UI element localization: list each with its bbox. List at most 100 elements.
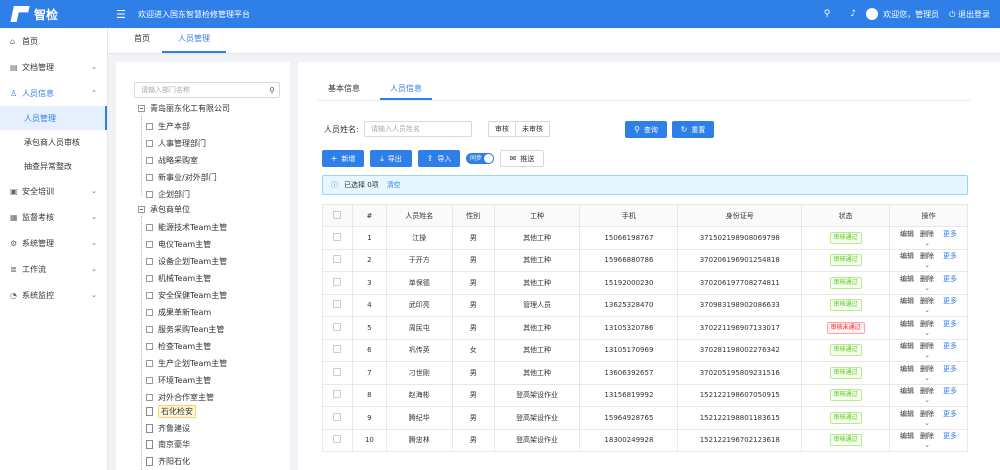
delete-link[interactable]: 删除	[920, 365, 934, 373]
row-select-cell[interactable]	[322, 226, 353, 250]
sidebar-item-documents[interactable]: ▤ 文档管理 ⌄	[0, 54, 107, 80]
tree-node-root[interactable]: 青岛丽东化工有限公司	[138, 100, 230, 116]
sidebar-item-workflow[interactable]: ≣ 工作流 ⌄	[0, 256, 107, 282]
delete-link[interactable]: 删除	[920, 342, 934, 350]
filter-unreviewed[interactable]: 未审核	[516, 121, 550, 137]
search-icon[interactable]: ⚲	[269, 84, 275, 98]
sidebar-item-supervision[interactable]: ▦ 监督考核 ⌄	[0, 204, 107, 230]
edit-link[interactable]: 编辑	[900, 410, 914, 418]
edit-link[interactable]: 编辑	[900, 275, 914, 283]
tree-node[interactable]: 生产企划Team主管	[146, 355, 227, 371]
department-search-input[interactable]: 请输入部门名称 ⚲	[134, 82, 280, 98]
tab-home[interactable]: 首页	[122, 27, 162, 53]
logo-text: 智检	[34, 7, 59, 22]
tree-node[interactable]: 电仪Team主管	[146, 236, 211, 252]
name-search-input[interactable]: 请输入人员姓名	[364, 121, 472, 137]
edit-link[interactable]: 编辑	[900, 252, 914, 260]
delete-link[interactable]: 删除	[920, 320, 934, 328]
delete-link[interactable]: 删除	[920, 230, 934, 238]
logout-button[interactable]: ⏻ 退出登录	[949, 9, 990, 20]
row-checkbox[interactable]	[333, 300, 342, 309]
sidebar-item-training[interactable]: ▣ 安全培训 ⌄	[0, 178, 107, 204]
tree-node[interactable]: 战略采购室	[146, 152, 198, 168]
row-select-cell[interactable]	[322, 361, 353, 385]
row-checkbox[interactable]	[333, 367, 342, 376]
tree-node[interactable]: 南京豪华	[146, 436, 190, 452]
row-checkbox[interactable]	[333, 345, 342, 354]
row-select-cell[interactable]	[322, 406, 353, 430]
push-button[interactable]: ✉ 推送	[500, 150, 544, 167]
tree-node[interactable]: 设备企划Team主管	[146, 253, 227, 269]
sidebar-item-system[interactable]: ⚙ 系统管理 ⌄	[0, 230, 107, 256]
sidebar-item-personnel[interactable]: ♙ 人员信息 ⌃	[0, 80, 107, 106]
sidebar-item-home[interactable]: ⌂ 首页	[0, 28, 107, 54]
row-select-cell[interactable]	[322, 428, 353, 452]
edit-link[interactable]: 编辑	[900, 297, 914, 305]
delete-link[interactable]: 删除	[920, 275, 934, 283]
tree-node-root[interactable]: 承包商单位	[138, 201, 190, 217]
sidebar-subitem-spot-check[interactable]: 抽查异常整改	[0, 154, 107, 178]
sidebar-subitem-contractor-review[interactable]: 承包商人员审核	[0, 130, 107, 154]
tree-node[interactable]: 新事业/对外部门	[146, 169, 217, 185]
sidebar-subitem-personnel-management[interactable]: 人员管理	[0, 106, 107, 130]
tree-node[interactable]: 生产本部	[146, 118, 190, 134]
select-all-checkbox[interactable]	[333, 210, 342, 219]
row-select-cell[interactable]	[322, 316, 353, 340]
tree-node[interactable]: 环境Team主管	[146, 372, 211, 388]
edit-link[interactable]: 编辑	[900, 432, 914, 440]
cell-job: 其他工种	[493, 316, 581, 340]
tree-node[interactable]: 安全保健Team主管	[146, 287, 227, 303]
edit-link[interactable]: 编辑	[900, 387, 914, 395]
import-button[interactable]: ⇪ 导入	[418, 150, 460, 167]
tree-node[interactable]: 齐阳石化	[146, 453, 190, 469]
sidebar: ⌂ 首页 ▤ 文档管理 ⌄ ♙ 人员信息 ⌃ 人员管理 承包商人员审核 抽查异常整改 ▣ 安…	[0, 28, 108, 470]
add-button[interactable]: + 新增	[322, 150, 364, 167]
row-select-cell[interactable]	[322, 271, 353, 295]
sidebar-item-monitor[interactable]: ◔ 系统监控 ⌄	[0, 282, 107, 308]
search-icon[interactable]: ⚲	[824, 9, 831, 19]
sync-toggle[interactable]: 同步	[466, 153, 494, 164]
delete-link[interactable]: 删除	[920, 252, 934, 260]
row-checkbox[interactable]	[333, 390, 342, 399]
select-all-header[interactable]	[322, 204, 353, 227]
clear-selection-link[interactable]: 清空	[387, 181, 401, 189]
delete-link[interactable]: 删除	[920, 432, 934, 440]
row-checkbox[interactable]	[333, 322, 342, 331]
tree-node[interactable]: 服务采购Tean主管	[146, 321, 224, 337]
tree-node[interactable]: 机械Team主管	[146, 270, 211, 286]
edit-link[interactable]: 编辑	[900, 230, 914, 238]
tab-basic-info[interactable]: 基本信息	[318, 80, 370, 100]
row-checkbox[interactable]	[333, 277, 342, 286]
avatar[interactable]	[866, 8, 879, 20]
menu-collapse-icon[interactable]: ☰	[116, 8, 130, 21]
delete-link[interactable]: 删除	[920, 297, 934, 305]
delete-link[interactable]: 删除	[920, 387, 934, 395]
row-select-cell[interactable]	[322, 293, 353, 317]
edit-link[interactable]: 编辑	[900, 365, 914, 373]
tab-personnel-management[interactable]: 人员管理	[162, 27, 226, 53]
row-checkbox[interactable]	[333, 232, 342, 241]
tree-node[interactable]: 检查Team主管	[146, 338, 211, 354]
row-select-cell[interactable]	[322, 338, 353, 362]
row-checkbox[interactable]	[333, 412, 342, 421]
query-button[interactable]: ⚲ 查询	[625, 121, 667, 138]
row-select-cell[interactable]	[322, 383, 353, 407]
export-button[interactable]: ⤓ 导出	[370, 150, 412, 167]
edit-link[interactable]: 编辑	[900, 320, 914, 328]
tab-personnel-info[interactable]: 人员信息	[380, 80, 432, 100]
edit-link[interactable]: 编辑	[900, 342, 914, 350]
reset-button[interactable]: ↻ 重置	[672, 121, 714, 138]
filter-reviewed[interactable]: 审核	[488, 121, 516, 137]
cell-phone: 13625328470	[579, 293, 679, 317]
tree-node[interactable]: 齐鲁建设	[146, 420, 190, 436]
tree-node-selected[interactable]: 石化检安	[146, 403, 196, 419]
delete-link[interactable]: 删除	[920, 410, 934, 418]
tree-node[interactable]: 能源技术Team主管	[146, 219, 227, 235]
row-select-cell[interactable]	[322, 248, 353, 272]
tree-node[interactable]: 企划部门	[146, 186, 190, 202]
row-checkbox[interactable]	[333, 255, 342, 264]
row-checkbox[interactable]	[333, 435, 342, 444]
bell-icon[interactable]: ♪	[850, 9, 856, 19]
tree-node[interactable]: 成果革新Team	[146, 304, 211, 320]
tree-node[interactable]: 人事管理部门	[146, 135, 206, 151]
